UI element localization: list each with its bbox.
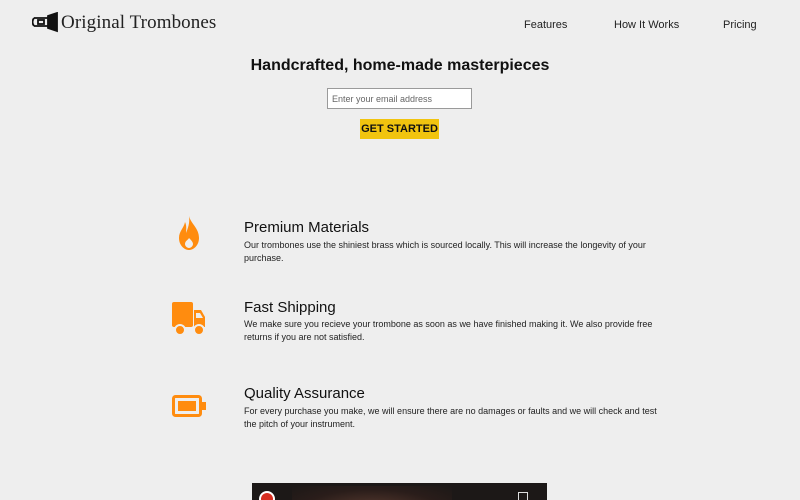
- get-started-button[interactable]: GET STARTED: [360, 119, 439, 139]
- feature-title-quality-assurance: Quality Assurance: [244, 385, 365, 402]
- nav-link-pricing[interactable]: Pricing: [723, 19, 757, 31]
- video-embed[interactable]: [252, 483, 547, 500]
- video-thumbnail: [292, 486, 452, 500]
- brand-name: Original Trombones: [61, 12, 217, 33]
- channel-avatar-icon: [259, 491, 275, 500]
- feature-title-premium-materials: Premium Materials: [244, 219, 370, 236]
- nav-link-features[interactable]: Features: [524, 19, 567, 31]
- brand-logo[interactable]: Original Trombones: [32, 12, 216, 34]
- feature-desc-fast-shipping: We make sure you recieve your trombone a…: [244, 319, 653, 342]
- trombone-icon: [32, 12, 58, 34]
- truck-icon: [172, 302, 206, 341]
- fire-icon: [178, 216, 200, 255]
- site-header: Original Trombones Features How It Works…: [0, 0, 800, 50]
- feature-title-fast-shipping: Fast Shipping: [244, 299, 336, 316]
- feature-desc-premium-materials: Our trombones use the shiniest brass whi…: [244, 240, 646, 263]
- hero-title: Handcrafted, home-made masterpieces: [250, 57, 550, 74]
- copy-link-icon[interactable]: [518, 492, 528, 500]
- email-input[interactable]: [327, 88, 472, 109]
- feature-desc-quality-assurance: For every purchase you make, we will ens…: [244, 406, 657, 429]
- battery-icon: [172, 395, 206, 422]
- nav-link-how-it-works[interactable]: How It Works: [614, 19, 679, 31]
